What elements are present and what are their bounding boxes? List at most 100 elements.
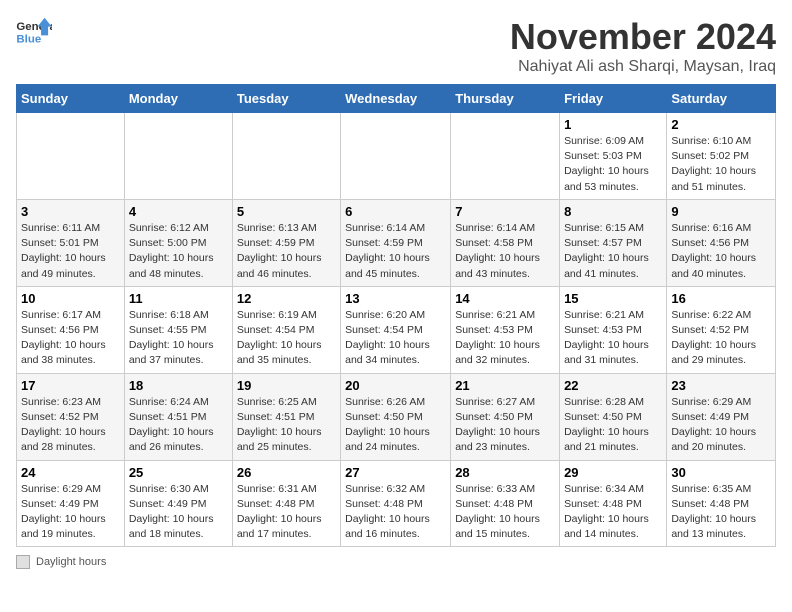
day-number: 20 [345,378,446,393]
calendar-cell: 20 Sunrise: 6:26 AM Sunset: 4:50 PM Dayli… [341,373,451,460]
day-info: Sunrise: 6:10 AM Sunset: 5:02 PM Dayligh… [671,134,771,195]
calendar-cell: 18 Sunrise: 6:24 AM Sunset: 4:51 PM Dayli… [124,373,232,460]
calendar-cell: 6 Sunrise: 6:14 AM Sunset: 4:59 PM Daylig… [341,199,451,286]
weekday-header-wednesday: Wednesday [341,85,451,113]
week-row-3: 17Sunrise: 6:23 AM Sunset: 4:52 PM Dayli… [17,373,776,460]
calendar-cell [232,113,340,200]
day-info: Sunrise: 6:22 AM Sunset: 4:52 PM Dayligh… [671,308,771,369]
day-info: Sunrise: 6:20 AM Sunset: 4:54 PM Dayligh… [345,308,446,369]
day-info: Sunrise: 6:12 AM Sunset: 5:00 PM Dayligh… [129,221,228,282]
calendar-cell: 10 Sunrise: 6:17 AM Sunset: 4:56 PM Dayli… [17,286,125,373]
day-info: Sunrise: 6:32 AM Sunset: 4:48 PM Dayligh… [345,482,446,543]
day-number: 10 [21,291,120,306]
day-number: 13 [345,291,446,306]
calendar-cell: 30 Sunrise: 6:35 AM Sunset: 4:48 PM Dayli… [667,460,776,547]
day-number: 25 [129,465,228,480]
calendar-cell [451,113,560,200]
day-info: Sunrise: 6:27 AM Sunset: 4:50 PM Dayligh… [455,395,555,456]
calendar-cell: 27 Sunrise: 6:32 AM Sunset: 4:48 PM Dayli… [341,460,451,547]
legend-box [16,555,30,569]
day-info: Sunrise: 6:28 AM Sunset: 4:50 PM Dayligh… [564,395,662,456]
day-number: 27 [345,465,446,480]
logo: General Blue [16,16,52,46]
day-info: Sunrise: 6:29 AM Sunset: 4:49 PM Dayligh… [21,482,120,543]
calendar-table: SundayMondayTuesdayWednesdayThursdayFrid… [16,84,776,547]
calendar-cell [124,113,232,200]
day-info: Sunrise: 6:25 AM Sunset: 4:51 PM Dayligh… [237,395,336,456]
day-number: 29 [564,465,662,480]
day-number: 24 [21,465,120,480]
svg-text:Blue: Blue [16,33,41,45]
calendar-cell: 25 Sunrise: 6:30 AM Sunset: 4:49 PM Dayli… [124,460,232,547]
calendar-cell: 15Sunrise: 6:21 AM Sunset: 4:53 PM Dayli… [560,286,667,373]
day-number: 12 [237,291,336,306]
weekday-header-monday: Monday [124,85,232,113]
calendar-cell: 19 Sunrise: 6:25 AM Sunset: 4:51 PM Dayli… [232,373,340,460]
day-number: 6 [345,204,446,219]
day-info: Sunrise: 6:34 AM Sunset: 4:48 PM Dayligh… [564,482,662,543]
day-number: 22 [564,378,662,393]
day-info: Sunrise: 6:23 AM Sunset: 4:52 PM Dayligh… [21,395,120,456]
calendar-cell: 26Sunrise: 6:31 AM Sunset: 4:48 PM Dayli… [232,460,340,547]
day-info: Sunrise: 6:15 AM Sunset: 4:57 PM Dayligh… [564,221,662,282]
day-number: 9 [671,204,771,219]
day-info: Sunrise: 6:24 AM Sunset: 4:51 PM Dayligh… [129,395,228,456]
calendar-cell: 29 Sunrise: 6:34 AM Sunset: 4:48 PM Dayli… [560,460,667,547]
day-number: 23 [671,378,771,393]
calendar-cell: 22 Sunrise: 6:28 AM Sunset: 4:50 PM Dayli… [560,373,667,460]
weekday-header-tuesday: Tuesday [232,85,340,113]
day-number: 8 [564,204,662,219]
calendar-cell: 1 Sunrise: 6:09 AM Sunset: 5:03 PM Daylig… [560,113,667,200]
day-info: Sunrise: 6:33 AM Sunset: 4:48 PM Dayligh… [455,482,555,543]
day-info: Sunrise: 6:09 AM Sunset: 5:03 PM Dayligh… [564,134,662,195]
calendar-cell: 24 Sunrise: 6:29 AM Sunset: 4:49 PM Dayli… [17,460,125,547]
calendar-cell: 5Sunrise: 6:13 AM Sunset: 4:59 PM Daylig… [232,199,340,286]
day-info: Sunrise: 6:18 AM Sunset: 4:55 PM Dayligh… [129,308,228,369]
day-info: Sunrise: 6:21 AM Sunset: 4:53 PM Dayligh… [564,308,662,369]
calendar-cell: 23Sunrise: 6:29 AM Sunset: 4:49 PM Dayli… [667,373,776,460]
day-info: Sunrise: 6:26 AM Sunset: 4:50 PM Dayligh… [345,395,446,456]
calendar-cell: 16 Sunrise: 6:22 AM Sunset: 4:52 PM Dayli… [667,286,776,373]
header: General Blue November 2024 Nahiyat Ali a… [16,16,776,76]
day-number: 18 [129,378,228,393]
day-info: Sunrise: 6:14 AM Sunset: 4:58 PM Dayligh… [455,221,555,282]
calendar-cell: 13 Sunrise: 6:20 AM Sunset: 4:54 PM Dayli… [341,286,451,373]
day-number: 5 [237,204,336,219]
day-number: 26 [237,465,336,480]
calendar-cell: 12Sunrise: 6:19 AM Sunset: 4:54 PM Dayli… [232,286,340,373]
week-row-4: 24 Sunrise: 6:29 AM Sunset: 4:49 PM Dayli… [17,460,776,547]
weekday-header-sunday: Sunday [17,85,125,113]
calendar-cell: 8 Sunrise: 6:15 AM Sunset: 4:57 PM Daylig… [560,199,667,286]
day-info: Sunrise: 6:30 AM Sunset: 4:49 PM Dayligh… [129,482,228,543]
day-info: Sunrise: 6:35 AM Sunset: 4:48 PM Dayligh… [671,482,771,543]
calendar-cell: 7 Sunrise: 6:14 AM Sunset: 4:58 PM Daylig… [451,199,560,286]
legend: Daylight hours [16,555,776,569]
day-info: Sunrise: 6:17 AM Sunset: 4:56 PM Dayligh… [21,308,120,369]
calendar-cell: 4Sunrise: 6:12 AM Sunset: 5:00 PM Daylig… [124,199,232,286]
day-number: 1 [564,117,662,132]
week-row-2: 10 Sunrise: 6:17 AM Sunset: 4:56 PM Dayli… [17,286,776,373]
day-number: 11 [129,291,228,306]
day-number: 7 [455,204,555,219]
day-number: 16 [671,291,771,306]
calendar-cell [341,113,451,200]
calendar-cell: 11 Sunrise: 6:18 AM Sunset: 4:55 PM Dayli… [124,286,232,373]
weekday-header-saturday: Saturday [667,85,776,113]
day-info: Sunrise: 6:11 AM Sunset: 5:01 PM Dayligh… [21,221,120,282]
calendar-cell: 21 Sunrise: 6:27 AM Sunset: 4:50 PM Dayli… [451,373,560,460]
weekday-header-row: SundayMondayTuesdayWednesdayThursdayFrid… [17,85,776,113]
day-number: 2 [671,117,771,132]
day-info: Sunrise: 6:14 AM Sunset: 4:59 PM Dayligh… [345,221,446,282]
day-number: 19 [237,378,336,393]
logo-icon: General Blue [16,16,52,46]
calendar-header: SundayMondayTuesdayWednesdayThursdayFrid… [17,85,776,113]
day-number: 14 [455,291,555,306]
month-title: November 2024 [510,16,776,58]
calendar-cell: 17Sunrise: 6:23 AM Sunset: 4:52 PM Dayli… [17,373,125,460]
day-number: 3 [21,204,120,219]
day-number: 30 [671,465,771,480]
calendar-cell: 28Sunrise: 6:33 AM Sunset: 4:48 PM Dayli… [451,460,560,547]
week-row-1: 3 Sunrise: 6:11 AM Sunset: 5:01 PM Daylig… [17,199,776,286]
calendar-cell: 14Sunrise: 6:21 AM Sunset: 4:53 PM Dayli… [451,286,560,373]
day-number: 21 [455,378,555,393]
